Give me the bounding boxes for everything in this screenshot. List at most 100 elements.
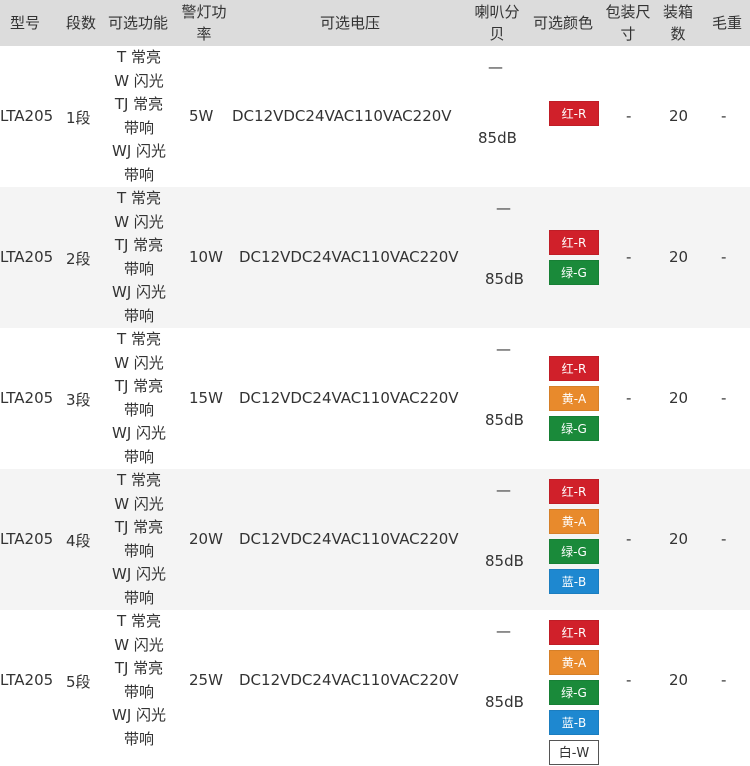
box-qty-cell: 20: [669, 107, 689, 125]
power-cell: 10W: [189, 248, 223, 266]
function-line: WJ 闪光: [111, 283, 167, 301]
voltage-cell: DC12VDC24VAC110VAC220V: [239, 530, 459, 548]
table-row: LTA205 3段 T 常亮 W 闪光 TJ 常亮 带响 WJ 闪光 带响 15W DC12VDC…: [0, 328, 750, 469]
color-chip: 绿-G: [549, 260, 599, 285]
header-package-line2: 寸: [620, 25, 636, 43]
function-line: W 闪光: [114, 494, 164, 513]
package-cell: -: [626, 107, 632, 125]
model-cell: LTA205: [0, 530, 54, 548]
weight-cell: -: [721, 107, 727, 125]
table-row: LTA205 1段 T 常亮 W 闪光 TJ 常亮 带响 WJ 闪光 带响 5W DC12VDC2…: [0, 46, 750, 187]
function-line: TJ 常亮: [114, 377, 164, 395]
weight-cell: -: [721, 530, 727, 548]
color-chip: 绿-G: [549, 539, 599, 564]
function-line: 带响: [123, 306, 154, 325]
color-chip: 黄-A: [549, 386, 599, 411]
function-line: 带响: [123, 447, 154, 466]
decibel-cell: 85dB: [485, 411, 524, 429]
colors-cell: 红-R 黄-A 绿-G 蓝-B 白-W: [541, 610, 607, 765]
segments-cell: 2段: [66, 250, 91, 268]
package-cell: -: [626, 530, 632, 548]
header-colors: 可选颜色: [532, 14, 593, 32]
voltage-cell: DC12VDC24VAC110VAC220V: [232, 107, 452, 125]
header-package-line1: 包装尺: [605, 3, 651, 21]
function-line: T 常亮: [117, 471, 161, 489]
power-cell: 15W: [189, 389, 223, 407]
header-segments: 段数: [65, 14, 96, 32]
power-cell: 20W: [189, 530, 223, 548]
color-chip: 红-R: [549, 620, 599, 645]
function-line: T 常亮: [117, 330, 161, 348]
function-line: WJ 闪光: [111, 142, 167, 160]
color-chip: 红-R: [549, 479, 599, 504]
segments-cell: 5段: [66, 673, 91, 691]
weight-cell: -: [721, 671, 727, 689]
header-decibel-line1: 喇叭分: [474, 3, 520, 21]
package-cell: -: [626, 248, 632, 266]
color-chip: 蓝-B: [549, 569, 599, 594]
color-chip: 白-W: [549, 740, 599, 765]
colors-cell: 红-R 绿-G: [541, 187, 607, 328]
decibel-cell: 85dB: [485, 693, 524, 711]
header-power-line2: 率: [196, 25, 212, 43]
voltage-cell: DC12VDC24VAC110VAC220V: [239, 671, 459, 689]
header-box-line2: 数: [670, 25, 686, 43]
function-line: 带响: [123, 400, 154, 419]
package-cell: -: [626, 389, 632, 407]
function-line: 带响: [123, 729, 154, 748]
function-line: WJ 闪光: [111, 424, 167, 442]
functions-cell: T 常亮 W 闪光 TJ 常亮 带响 WJ 闪光 带响: [98, 46, 180, 187]
functions-cell: T 常亮 W 闪光 TJ 常亮 带响 WJ 闪光 带响: [98, 469, 180, 610]
function-line: T 常亮: [117, 612, 161, 630]
function-line: TJ 常亮: [114, 95, 164, 113]
colors-cell: 红-R: [541, 46, 607, 187]
color-chip: 绿-G: [549, 680, 599, 705]
function-line: 带响: [123, 259, 154, 278]
function-line: W 闪光: [114, 212, 164, 231]
function-line: 带响: [123, 165, 154, 184]
box-qty-cell: 20: [669, 671, 689, 689]
decibel-dash: —: [488, 58, 503, 76]
box-qty-cell: 20: [669, 389, 689, 407]
power-cell: 25W: [189, 671, 223, 689]
box-qty-cell: 20: [669, 248, 689, 266]
function-line: 带响: [123, 118, 154, 137]
decibel-dash: —: [496, 340, 511, 358]
color-chip: 绿-G: [549, 416, 599, 441]
weight-cell: -: [721, 248, 727, 266]
header-decibel-line2: 贝: [489, 25, 505, 43]
color-chip: 蓝-B: [549, 710, 599, 735]
functions-cell: T 常亮 W 闪光 TJ 常亮 带响 WJ 闪光 带响: [98, 328, 180, 469]
decibel-dash: —: [496, 481, 511, 499]
functions-cell: T 常亮 W 闪光 TJ 常亮 带响 WJ 闪光 带响: [98, 610, 180, 751]
header-weight: 毛重: [711, 14, 742, 32]
weight-cell: -: [721, 389, 727, 407]
header-box: 装箱 数: [656, 0, 700, 46]
color-chip: 红-R: [549, 101, 599, 126]
colors-cell: 红-R 黄-A 绿-G: [541, 328, 607, 469]
header-power-line1: 警灯功: [181, 3, 227, 21]
table-row: LTA205 2段 T 常亮 W 闪光 TJ 常亮 带响 WJ 闪光 带响 10W DC12VDC…: [0, 187, 750, 328]
table-header: 型号 段数 可选功能 警灯功 率 可选电压 喇叭分 贝 可选颜色 包装尺 寸 装…: [0, 0, 750, 46]
function-line: WJ 闪光: [111, 706, 167, 724]
color-chip: 红-R: [549, 356, 599, 381]
function-line: 带响: [123, 588, 154, 607]
decibel-cell: 85dB: [478, 129, 517, 147]
header-functions: 可选功能: [107, 14, 168, 32]
function-line: TJ 常亮: [114, 518, 164, 536]
voltage-cell: DC12VDC24VAC110VAC220V: [239, 248, 459, 266]
header-decibel: 喇叭分 贝: [468, 0, 526, 46]
color-chip: 黄-A: [549, 650, 599, 675]
header-power: 警灯功 率: [176, 0, 232, 46]
function-line: WJ 闪光: [111, 565, 167, 583]
voltage-cell: DC12VDC24VAC110VAC220V: [239, 389, 459, 407]
decibel-cell: 85dB: [485, 270, 524, 288]
model-cell: LTA205: [0, 389, 54, 407]
package-cell: -: [626, 671, 632, 689]
model-cell: LTA205: [0, 107, 54, 125]
header-model: 型号: [9, 14, 40, 32]
table-row: LTA205 5段 T 常亮 W 闪光 TJ 常亮 带响 WJ 闪光 带响 25W DC12VDC…: [0, 610, 750, 765]
table-row: LTA205 4段 T 常亮 W 闪光 TJ 常亮 带响 WJ 闪光 带响 20W DC12VDC…: [0, 469, 750, 610]
box-qty-cell: 20: [669, 530, 689, 548]
function-line: 带响: [123, 682, 154, 701]
